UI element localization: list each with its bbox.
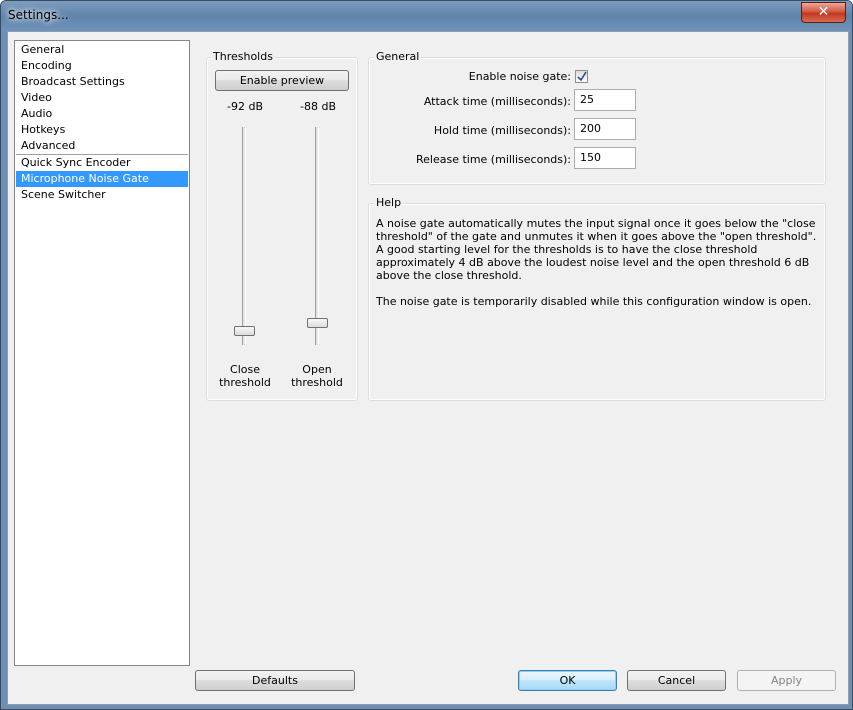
open-threshold-track — [315, 127, 319, 345]
close-threshold-caption-line1: Close — [230, 363, 260, 376]
settings-category-list[interactable]: General Encoding Broadcast Settings Vide… — [14, 40, 190, 666]
enable-noise-gate-checkbox[interactable] — [575, 70, 588, 83]
settings-window: Settings... ✕ General Encoding Broadcast… — [0, 0, 853, 710]
open-threshold-caption: Open threshold — [287, 363, 347, 389]
general-group-label: General — [374, 50, 422, 63]
nav-item-advanced[interactable]: Advanced — [16, 138, 188, 154]
help-group-label: Help — [374, 196, 404, 209]
open-threshold-caption-line1: Open — [302, 363, 332, 376]
close-threshold-caption-line2: threshold — [219, 376, 271, 389]
nav-item-broadcast-settings[interactable]: Broadcast Settings — [16, 74, 188, 90]
title-bar[interactable]: Settings... ✕ — [1, 1, 852, 31]
nav-item-hotkeys[interactable]: Hotkeys — [16, 122, 188, 138]
thresholds-group-label: Thresholds — [211, 50, 275, 63]
settings-client-area: General Encoding Broadcast Settings Vide… — [7, 31, 849, 705]
close-threshold-track — [242, 127, 246, 345]
hold-time-input[interactable]: 200 — [574, 118, 636, 140]
help-paragraph-1: A noise gate automatically mutes the inp… — [376, 217, 817, 282]
nav-item-microphone-noise-gate[interactable]: Microphone Noise Gate — [16, 171, 188, 187]
defaults-button[interactable]: Defaults — [195, 670, 355, 691]
nav-item-quick-sync-encoder[interactable]: Quick Sync Encoder — [16, 155, 188, 171]
open-threshold-slider-handle[interactable] — [307, 318, 328, 328]
open-threshold-db-value: -88 dB — [300, 100, 336, 113]
attack-time-input[interactable]: 25 — [574, 89, 636, 111]
attack-time-label: Attack time (milliseconds): — [423, 95, 571, 108]
help-paragraph-2: The noise gate is temporarily disabled w… — [376, 295, 812, 308]
open-threshold-caption-line2: threshold — [291, 376, 343, 389]
ok-button[interactable]: OK — [518, 670, 617, 691]
help-text: A noise gate automatically mutes the inp… — [376, 217, 821, 321]
release-time-label: Release time (milliseconds): — [415, 153, 571, 166]
checkmark-icon — [577, 71, 587, 82]
nav-item-encoding[interactable]: Encoding — [16, 58, 188, 74]
close-threshold-caption: Close threshold — [215, 363, 275, 389]
close-threshold-slider-handle[interactable] — [234, 326, 255, 336]
close-button[interactable]: ✕ — [801, 2, 846, 23]
window-title: Settings... — [8, 8, 69, 22]
enable-preview-button[interactable]: Enable preview — [215, 70, 349, 91]
close-icon: ✕ — [817, 4, 830, 20]
nav-item-scene-switcher[interactable]: Scene Switcher — [16, 187, 188, 203]
apply-button[interactable]: Apply — [737, 670, 836, 691]
release-time-input[interactable]: 150 — [574, 147, 636, 169]
nav-item-general[interactable]: General — [16, 42, 188, 58]
cancel-button[interactable]: Cancel — [627, 670, 726, 691]
nav-item-video[interactable]: Video — [16, 90, 188, 106]
nav-item-audio[interactable]: Audio — [16, 106, 188, 122]
hold-time-label: Hold time (milliseconds): — [433, 124, 571, 137]
close-threshold-db-value: -92 dB — [227, 100, 263, 113]
enable-noise-gate-label: Enable noise gate: — [468, 70, 571, 83]
